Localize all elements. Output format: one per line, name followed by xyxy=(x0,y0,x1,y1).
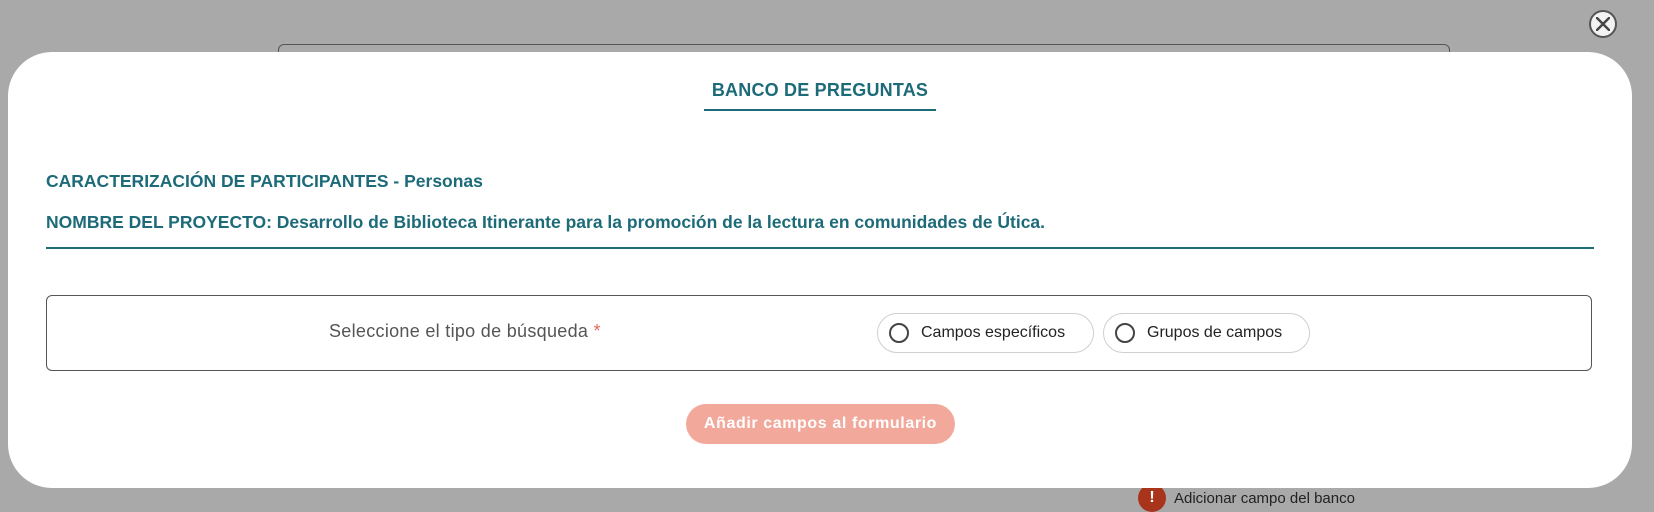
radio-circle-icon[interactable] xyxy=(1115,323,1135,343)
add-fields-button[interactable]: Añadir campos al formulario xyxy=(686,404,955,444)
background-add-field-action: ! Adicionar campo del banco xyxy=(1138,484,1355,512)
close-icon xyxy=(1596,17,1610,31)
alert-icon: ! xyxy=(1138,484,1166,512)
modal-title: BANCO DE PREGUNTAS xyxy=(703,80,937,111)
modal-title-wrap: BANCO DE PREGUNTAS xyxy=(8,80,1632,111)
project-info: CARACTERIZACIÓN DE PARTICIPANTES - Perso… xyxy=(46,170,1594,249)
search-type-box: Seleccione el tipo de búsqueda * Campos … xyxy=(46,295,1592,371)
required-mark: * xyxy=(593,321,601,341)
search-type-label: Seleccione el tipo de búsqueda * xyxy=(329,321,601,342)
radio-specific-fields-label: Campos específicos xyxy=(921,324,1066,341)
radio-field-groups[interactable]: Grupos de campos xyxy=(1103,313,1310,353)
radio-circle-icon[interactable] xyxy=(889,323,909,343)
radio-field-groups-label: Grupos de campos xyxy=(1147,324,1283,341)
question-bank-modal: BANCO DE PREGUNTAS CARACTERIZACIÓN DE PA… xyxy=(8,52,1632,488)
project-name: NOMBRE DEL PROYECTO: Desarrollo de Bibli… xyxy=(46,212,1046,232)
radio-specific-fields[interactable]: Campos específicos xyxy=(877,313,1094,353)
characterization-title: CARACTERIZACIÓN DE PARTICIPANTES - Perso… xyxy=(46,171,483,191)
close-modal-button[interactable] xyxy=(1589,10,1617,38)
search-type-label-text: Seleccione el tipo de búsqueda xyxy=(329,321,589,341)
background-action-label: Adicionar campo del banco xyxy=(1174,489,1355,507)
